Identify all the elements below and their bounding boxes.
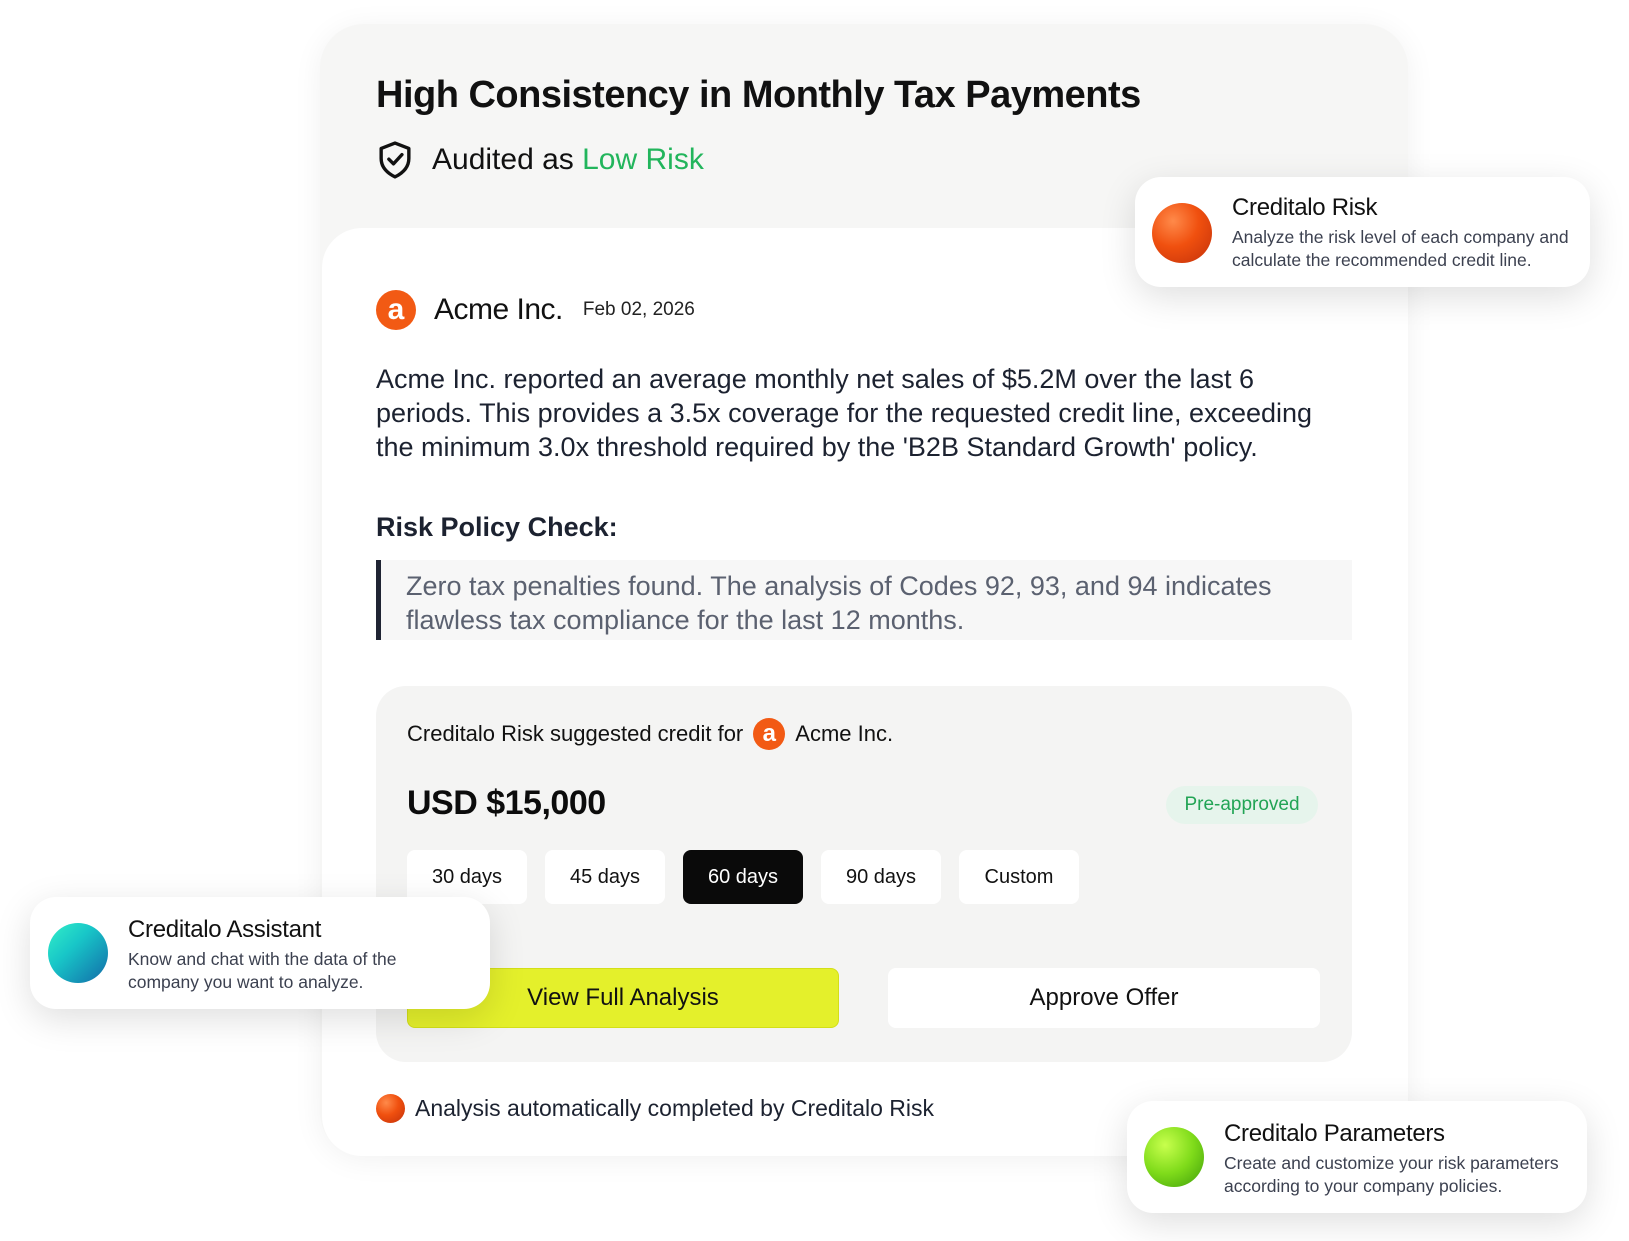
creditalo-parameters-orb-icon [1144,1127,1204,1187]
term-option-60[interactable]: 60 days [683,850,803,904]
risk-level-label: Low Risk [582,143,704,176]
term-option-30[interactable]: 30 days [407,850,527,904]
policy-check-quote: Zero tax penalties found. The analysis o… [376,560,1352,640]
company-name: Acme Inc. [434,293,563,326]
audit-status: Audited as Low Risk [376,140,704,180]
analysis-date: Feb 02, 2026 [582,299,695,320]
policy-check-title: Risk Policy Check: [376,512,618,542]
creditalo-assistant-orb-icon [48,923,108,983]
credit-suggestion-title: Creditalo Risk suggested credit for a Ac… [407,718,893,750]
creditalo-risk-title: Creditalo Risk [1232,194,1378,221]
creditalo-assistant-description: Know and chat with the data of the compa… [128,949,397,992]
creditalo-parameters-description: Create and customize your risk parameter… [1224,1153,1559,1196]
creditalo-risk-description: Analyze the risk level of each company a… [1232,227,1569,270]
creditalo-risk-orb-icon [376,1094,405,1123]
shield-check-icon [379,141,411,179]
status-badge: Pre-approved [1166,786,1318,824]
creditalo-assistant-card: Creditalo Assistant Know and chat with t… [30,897,490,1009]
term-option-90[interactable]: 90 days [821,850,941,904]
payment-term-selector: 30 days 45 days 60 days 90 days Custom [407,850,1079,904]
creditalo-risk-orb-icon [1152,203,1212,263]
company-header: a Acme Inc. Feb 02, 2026 [376,290,695,330]
footer-note-text: Analysis automatically completed by Cred… [415,1095,934,1121]
creditalo-assistant-title: Creditalo Assistant [128,916,322,943]
creditalo-risk-card: Creditalo Risk Analyze the risk level of… [1135,177,1590,287]
footer-note: Analysis automatically completed by Cred… [376,1094,934,1123]
page-title: High Consistency in Monthly Tax Payments [376,74,1141,116]
approve-offer-button[interactable]: Approve Offer [888,968,1320,1028]
credit-title-prefix: Creditalo Risk suggested credit for [407,721,744,746]
audit-prefix: Audited as [432,143,574,176]
creditalo-parameters-title: Creditalo Parameters [1224,1120,1445,1147]
term-option-45[interactable]: 45 days [545,850,665,904]
company-logo: a [376,290,416,330]
credit-amount: USD $15,000 [407,784,606,822]
company-logo-small: a [753,718,786,750]
creditalo-parameters-card: Creditalo Parameters Create and customiz… [1127,1101,1587,1213]
term-option-custom[interactable]: Custom [959,850,1079,904]
analysis-summary: Acme Inc. reported an average monthly ne… [376,364,1313,462]
credit-company-name: Acme Inc. [795,721,894,746]
